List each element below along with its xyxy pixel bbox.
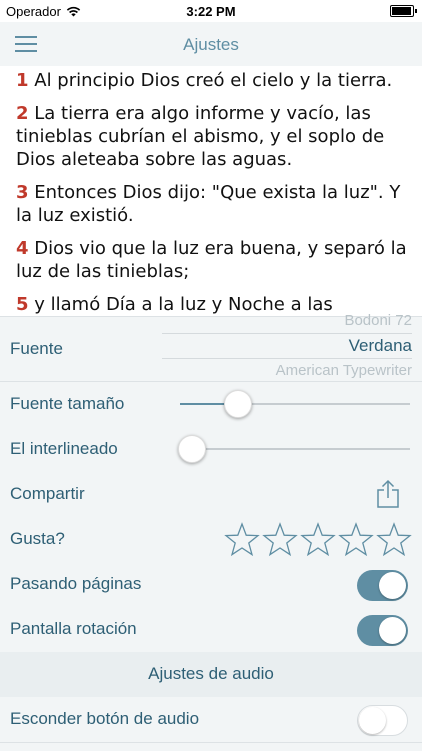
hide-audio-label: Esconder botón de audio (10, 709, 200, 728)
font-row: Fuente Bodoni 72 Verdana American Typewr… (0, 312, 422, 382)
share-label: Compartir (10, 484, 85, 503)
font-size-label: Fuente tamaño (10, 394, 125, 413)
navigation-bar: Ajustes (0, 22, 422, 67)
verse-number: 4 (16, 238, 29, 259)
font-size-row: Fuente tamaño (0, 382, 422, 428)
share-row[interactable]: Compartir (0, 472, 422, 518)
line-spacing-row: El interlineado (0, 427, 422, 473)
slider-thumb[interactable] (177, 435, 206, 463)
verse-1: 1 Al principio Dios creó el cielo y la t… (0, 69, 422, 92)
rotation-toggle[interactable] (357, 615, 408, 646)
verse-3: 3 Entonces Dios dijo: "Que exista la luz… (0, 181, 422, 227)
rotation-label: Pantalla rotación (10, 619, 137, 638)
page-turn-toggle[interactable] (357, 570, 408, 601)
rate-row: Gusta? (0, 517, 422, 563)
audio-section-title: Ajustes de audio (148, 664, 274, 683)
font-option-selected[interactable]: Verdana (162, 333, 412, 359)
verse-text: Entonces Dios dijo: "Que exista la luz".… (16, 182, 401, 226)
toggle-knob (379, 617, 406, 644)
font-label: Fuente (10, 339, 63, 358)
rotation-row: Pantalla rotación (0, 607, 422, 653)
star-icon[interactable] (262, 522, 298, 558)
star-rating[interactable] (224, 522, 412, 558)
rate-label: Gusta? (10, 529, 65, 548)
hide-audio-row: Esconder botón de audio (0, 697, 422, 743)
font-size-slider[interactable] (180, 390, 410, 418)
page-turn-label: Pasando páginas (10, 574, 142, 593)
page-title: Ajustes (183, 35, 239, 54)
toggle-knob (359, 707, 386, 734)
slider-thumb[interactable] (223, 390, 252, 418)
star-icon[interactable] (376, 522, 412, 558)
hide-audio-toggle[interactable] (357, 705, 408, 736)
verse-number: 3 (16, 182, 29, 203)
font-picker[interactable]: Bodoni 72 Verdana American Typewriter (162, 309, 412, 384)
battery-icon (390, 5, 417, 17)
verse-2: 2 La tierra era algo informe y vacío, la… (0, 102, 422, 171)
verse-number: 1 (16, 70, 29, 91)
toggle-knob (379, 572, 406, 599)
settings-panel: Fuente Bodoni 72 Verdana American Typewr… (0, 312, 422, 751)
line-spacing-label: El interlineado (10, 439, 118, 458)
font-option[interactable]: Bodoni 72 (162, 309, 412, 333)
verse-number: 2 (16, 103, 29, 124)
line-spacing-slider[interactable] (177, 435, 410, 463)
audio-section-header: Ajustes de audio (0, 652, 422, 698)
status-time: 3:22 PM (186, 4, 236, 19)
page-turn-row: Pasando páginas (0, 562, 422, 608)
verse-number: 5 (16, 294, 29, 315)
verse-text: Dios vio que la luz era buena, y separó … (16, 238, 407, 282)
star-icon[interactable] (338, 522, 374, 558)
verse-text: La tierra era algo informe y vacío, las … (16, 103, 385, 170)
font-option[interactable]: American Typewriter (162, 359, 412, 383)
verse-4: 4 Dios vio que la luz era buena, y separ… (0, 237, 422, 283)
verse-text: Al principio Dios creó el cielo y la tie… (34, 70, 393, 91)
bible-text[interactable]: 1 Al principio Dios creó el cielo y la t… (0, 66, 422, 316)
status-bar: Operador 3:22 PM (0, 0, 422, 22)
share-icon[interactable] (376, 479, 400, 509)
star-icon[interactable] (300, 522, 336, 558)
star-icon[interactable] (224, 522, 260, 558)
